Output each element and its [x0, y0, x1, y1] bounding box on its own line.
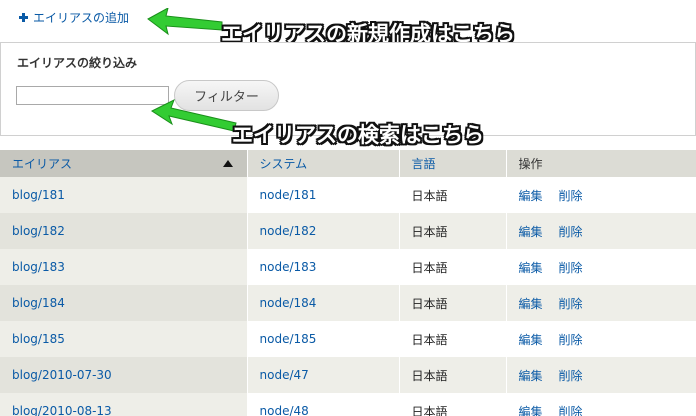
delete-link[interactable]: 削除 — [559, 295, 583, 312]
header-alias-label: エイリアス — [12, 157, 73, 171]
alias-cell[interactable]: blog/182 — [0, 213, 248, 249]
language-cell: 日本語 — [399, 393, 507, 416]
alias-cell[interactable]: blog/2010-07-30 — [0, 357, 248, 393]
operations-cell: 編集 削除 — [506, 321, 696, 357]
alias-link[interactable]: blog/182 — [12, 224, 65, 238]
header-operations: 操作 — [506, 150, 696, 177]
alias-cell[interactable]: blog/181 — [0, 177, 248, 213]
alias-cell[interactable]: blog/184 — [0, 285, 248, 321]
delete-link[interactable]: 削除 — [559, 403, 583, 416]
operations-cell: 編集 削除 — [506, 177, 696, 213]
annotation-search: エイリアスの検索はこちら — [232, 123, 484, 147]
table-row: blog/185 node/185 日本語 編集 削除 — [0, 321, 696, 357]
edit-link[interactable]: 編集 — [519, 331, 543, 348]
system-cell: node/184 — [247, 285, 400, 321]
language-cell: 日本語 — [399, 285, 507, 321]
system-link[interactable]: node/47 — [260, 368, 309, 382]
alias-table: エイリアス システム 言語 操作 blog/181 node/181 日本語 編… — [0, 150, 696, 416]
operations-cell: 編集 削除 — [506, 213, 696, 249]
edit-link[interactable]: 編集 — [519, 259, 543, 276]
header-system-label: システム — [259, 157, 308, 171]
edit-link[interactable]: 編集 — [519, 295, 543, 312]
edit-link[interactable]: 編集 — [519, 187, 543, 204]
add-alias-label: エイリアスの追加 — [33, 10, 130, 25]
alias-cell[interactable]: blog/185 — [0, 321, 248, 357]
arrow-to-add-link-icon — [147, 8, 223, 36]
header-language-label: 言語 — [411, 157, 436, 171]
sort-ascending-icon — [222, 160, 233, 167]
table-row: blog/2010-08-13 node/48 日本語 編集 削除 — [0, 393, 696, 416]
system-link[interactable]: node/183 — [260, 260, 317, 274]
system-cell: node/182 — [247, 213, 400, 249]
alias-link[interactable]: blog/2010-07-30 — [12, 368, 112, 382]
operations-cell: 編集 削除 — [506, 285, 696, 321]
edit-link[interactable]: 編集 — [519, 367, 543, 384]
language-cell: 日本語 — [399, 249, 507, 285]
edit-link[interactable]: 編集 — [519, 223, 543, 240]
system-link[interactable]: node/48 — [260, 404, 309, 416]
delete-link[interactable]: 削除 — [559, 259, 583, 276]
alias-cell[interactable]: blog/183 — [0, 249, 248, 285]
operations-cell: 編集 削除 — [506, 249, 696, 285]
header-alias[interactable]: エイリアス — [0, 150, 248, 177]
filter-title: エイリアスの絞り込み — [17, 56, 138, 70]
system-cell: node/47 — [247, 357, 400, 393]
header-operations-label: 操作 — [518, 157, 543, 171]
header-language[interactable]: 言語 — [399, 150, 507, 177]
table-row: blog/184 node/184 日本語 編集 削除 — [0, 285, 696, 321]
delete-link[interactable]: 削除 — [559, 187, 583, 204]
system-link[interactable]: node/181 — [260, 188, 317, 202]
alias-link[interactable]: blog/185 — [12, 332, 65, 346]
filter-input[interactable] — [16, 86, 169, 105]
operations-cell: 編集 削除 — [506, 393, 696, 416]
language-cell: 日本語 — [399, 213, 507, 249]
alias-cell[interactable]: blog/2010-08-13 — [0, 393, 248, 416]
alias-link[interactable]: blog/183 — [12, 260, 65, 274]
table-row: blog/182 node/182 日本語 編集 削除 — [0, 213, 696, 249]
alias-link[interactable]: blog/184 — [12, 296, 65, 310]
plus-icon — [19, 12, 28, 22]
language-cell: 日本語 — [399, 321, 507, 357]
delete-link[interactable]: 削除 — [559, 223, 583, 240]
system-cell: node/181 — [247, 177, 400, 213]
language-cell: 日本語 — [399, 357, 507, 393]
operations-cell: 編集 削除 — [506, 357, 696, 393]
system-cell: node/185 — [247, 321, 400, 357]
table-row: blog/2010-07-30 node/47 日本語 編集 削除 — [0, 357, 696, 393]
system-cell: node/183 — [247, 249, 400, 285]
add-alias-link[interactable]: エイリアスの追加 — [19, 9, 129, 25]
delete-link[interactable]: 削除 — [559, 367, 583, 384]
header-system[interactable]: システム — [247, 150, 400, 177]
language-cell: 日本語 — [399, 177, 507, 213]
system-link[interactable]: node/182 — [260, 224, 317, 238]
edit-link[interactable]: 編集 — [519, 403, 543, 416]
table-row: blog/183 node/183 日本語 編集 削除 — [0, 249, 696, 285]
alias-link[interactable]: blog/181 — [12, 188, 65, 202]
table-row: blog/181 node/181 日本語 編集 削除 — [0, 177, 696, 213]
system-cell: node/48 — [247, 393, 400, 416]
alias-link[interactable]: blog/2010-08-13 — [12, 404, 112, 416]
delete-link[interactable]: 削除 — [559, 331, 583, 348]
system-link[interactable]: node/184 — [260, 296, 317, 310]
arrow-to-filter-input-icon — [150, 98, 237, 132]
system-link[interactable]: node/185 — [260, 332, 317, 346]
table-header-row: エイリアス システム 言語 操作 — [0, 150, 696, 177]
